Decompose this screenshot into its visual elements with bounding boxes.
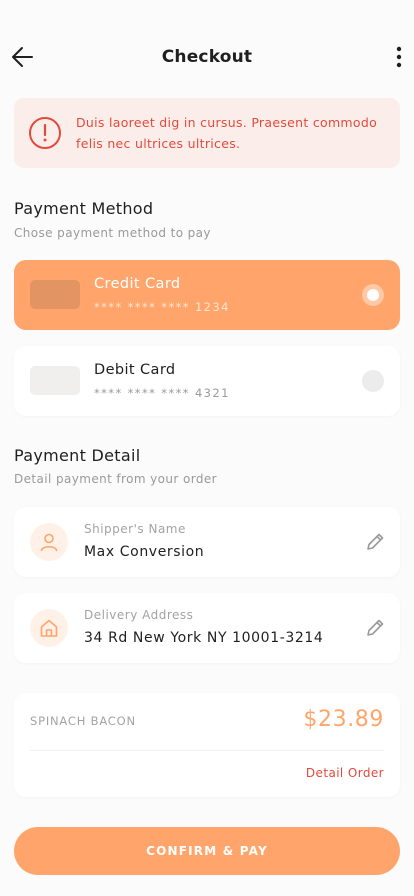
- edit-address-button[interactable]: [364, 617, 386, 639]
- detail-order-link[interactable]: Detail Order: [306, 766, 384, 780]
- radio-unselected[interactable]: [362, 370, 384, 392]
- pencil-icon: [367, 619, 384, 636]
- payment-method-subtitle: Chose payment method to pay: [14, 226, 211, 240]
- address-label: Delivery Address: [84, 608, 194, 622]
- payment-method-title: Payment Method: [14, 199, 154, 218]
- checkout-screen: Checkout Duis laoreet dig in cursus. Pra…: [0, 0, 414, 896]
- payment-option-number: **** **** **** 4321: [94, 386, 230, 400]
- card-thumbnail: [30, 280, 80, 309]
- payment-option-number: **** **** **** 1234: [94, 300, 230, 314]
- home-icon: [40, 619, 58, 637]
- alert-circle-icon: [29, 117, 61, 149]
- pencil-icon: [367, 533, 384, 550]
- order-total-price: $23.89: [303, 707, 384, 732]
- payment-option-credit-card[interactable]: Credit Card **** **** **** 1234: [14, 260, 400, 330]
- edit-shipper-button[interactable]: [364, 531, 386, 553]
- more-button[interactable]: [392, 44, 406, 70]
- more-vertical-icon: [396, 46, 402, 68]
- user-icon: [40, 533, 58, 552]
- alert-banner: Duis laoreet dig in cursus. Praesent com…: [14, 98, 400, 168]
- payment-option-name: Credit Card: [94, 276, 181, 292]
- card-thumbnail: [30, 366, 80, 395]
- divider: [30, 750, 384, 751]
- alert-message: Duis laoreet dig in cursus. Praesent com…: [76, 115, 378, 151]
- payment-detail-title: Payment Detail: [14, 446, 141, 465]
- page-title: Checkout: [161, 47, 253, 67]
- confirm-pay-button[interactable]: CONFIRM & PAY: [14, 827, 400, 875]
- radio-selected[interactable]: [362, 284, 384, 306]
- shipper-name: Max Conversion: [84, 544, 205, 560]
- shipper-card: Shipper's Name Max Conversion: [14, 507, 400, 577]
- app-header: Checkout: [0, 30, 414, 84]
- payment-detail-subtitle: Detail payment from your order: [14, 472, 217, 486]
- order-item-name: SPINACH BACON: [30, 714, 136, 728]
- avatar: [30, 523, 68, 561]
- payment-option-name: Debit Card: [94, 362, 176, 378]
- order-summary: SPINACH BACON $23.89 Detail Order: [14, 693, 400, 797]
- shipper-label: Shipper's Name: [84, 522, 186, 536]
- address-value: 34 Rd New York NY 10001-3214: [84, 630, 324, 646]
- address-card: Delivery Address 34 Rd New York NY 10001…: [14, 593, 400, 663]
- payment-option-debit-card[interactable]: Debit Card **** **** **** 4321: [14, 346, 400, 416]
- avatar: [30, 609, 68, 647]
